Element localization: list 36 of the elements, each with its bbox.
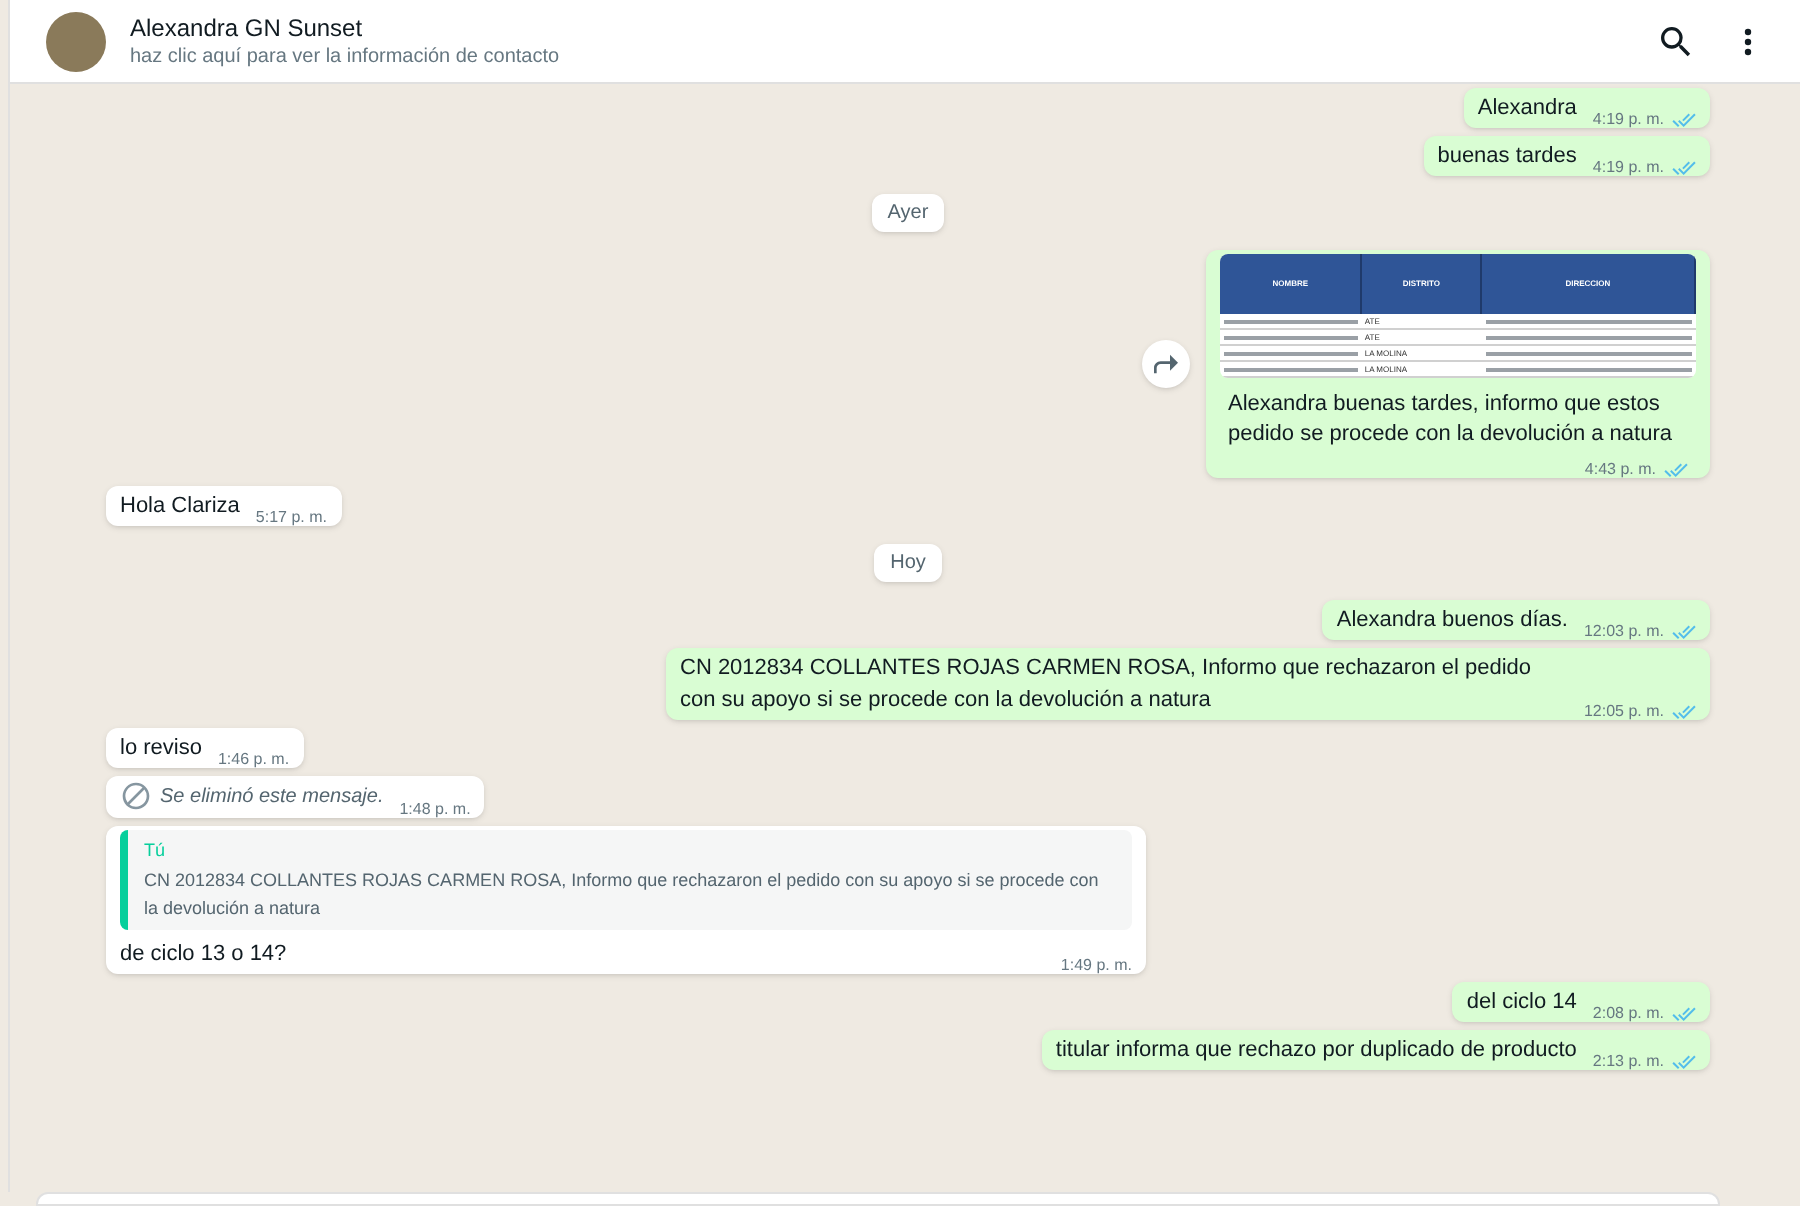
message-time: 2:13 p. m. [1592,1049,1664,1073]
quote-author: Tú [144,838,168,864]
message-time: 5:17 p. m. [255,506,327,530]
date-chip: Ayer [871,194,945,232]
quote-text: CN 2012834 COLLANTES ROJAS CARMEN ROSA, Informo que rechazaron el pedido con su apoyo si se procede con la devolución a natura [144,867,1101,921]
prohibited-icon [120,780,152,812]
chat-header[interactable]: Alexandra GN Sunset haz clic aquí para ver la información de contacto [8,0,1800,84]
message-text: de ciclo 13 o 14? [120,939,287,969]
message-time: 4:19 p. m. [1592,108,1664,132]
message-time: 1:48 p. m. [399,798,471,822]
avatar[interactable] [46,11,106,71]
contact-name: Alexandra GN Sunset [130,11,365,43]
message-text: Alexandra buenas tardes, informo que estos pedido se procede con la devolución a natura [1228,390,1674,450]
forward-button[interactable] [1142,340,1190,388]
message-time: 1:46 p. m. [217,748,290,772]
message-text: buenas tardes [1437,142,1577,172]
message-time: 4:19 p. m. [1592,156,1664,180]
message-time: 4:43 p. m. [1584,458,1656,482]
message-input-bar[interactable] [36,1192,1720,1206]
message-text: Alexandra buenos días. [1336,606,1568,636]
message-text: lo reviso [120,734,202,764]
message-time: 12:05 p. m. [1583,700,1664,724]
menu-icon [1744,27,1752,55]
message-text: del ciclo 14 [1466,987,1577,1017]
message-time: 12:03 p. m. [1583,620,1664,644]
message-text: Alexandra [1477,94,1577,124]
message-text: Hola Clariza [120,492,240,522]
message-text: Se eliminó este mensaje. [160,784,384,812]
message-text: titular informa que rechazo por duplicado de producto [1055,1035,1577,1065]
contact-subtitle: haz clic aquí para ver la información de contacto [130,43,562,71]
quoted-message[interactable]: Tú CN 2012834 COLLANTES ROJAS CARMEN ROSA, Informo que rechazaron el pedido con su apoyo si se procede con la devolución a natura [120,830,1132,929]
message-text: CN 2012834 COLLANTES ROJAS CARMEN ROSA, Informo que rechazaron el pedido con su apoyo si se procede con la devolución a natura [680,654,1534,716]
search-icon [1656,21,1696,61]
message-time: 1:49 p. m. [1060,953,1132,977]
message-time: 2:08 p. m. [1592,1001,1664,1025]
date-chip: Hoy [874,544,942,582]
